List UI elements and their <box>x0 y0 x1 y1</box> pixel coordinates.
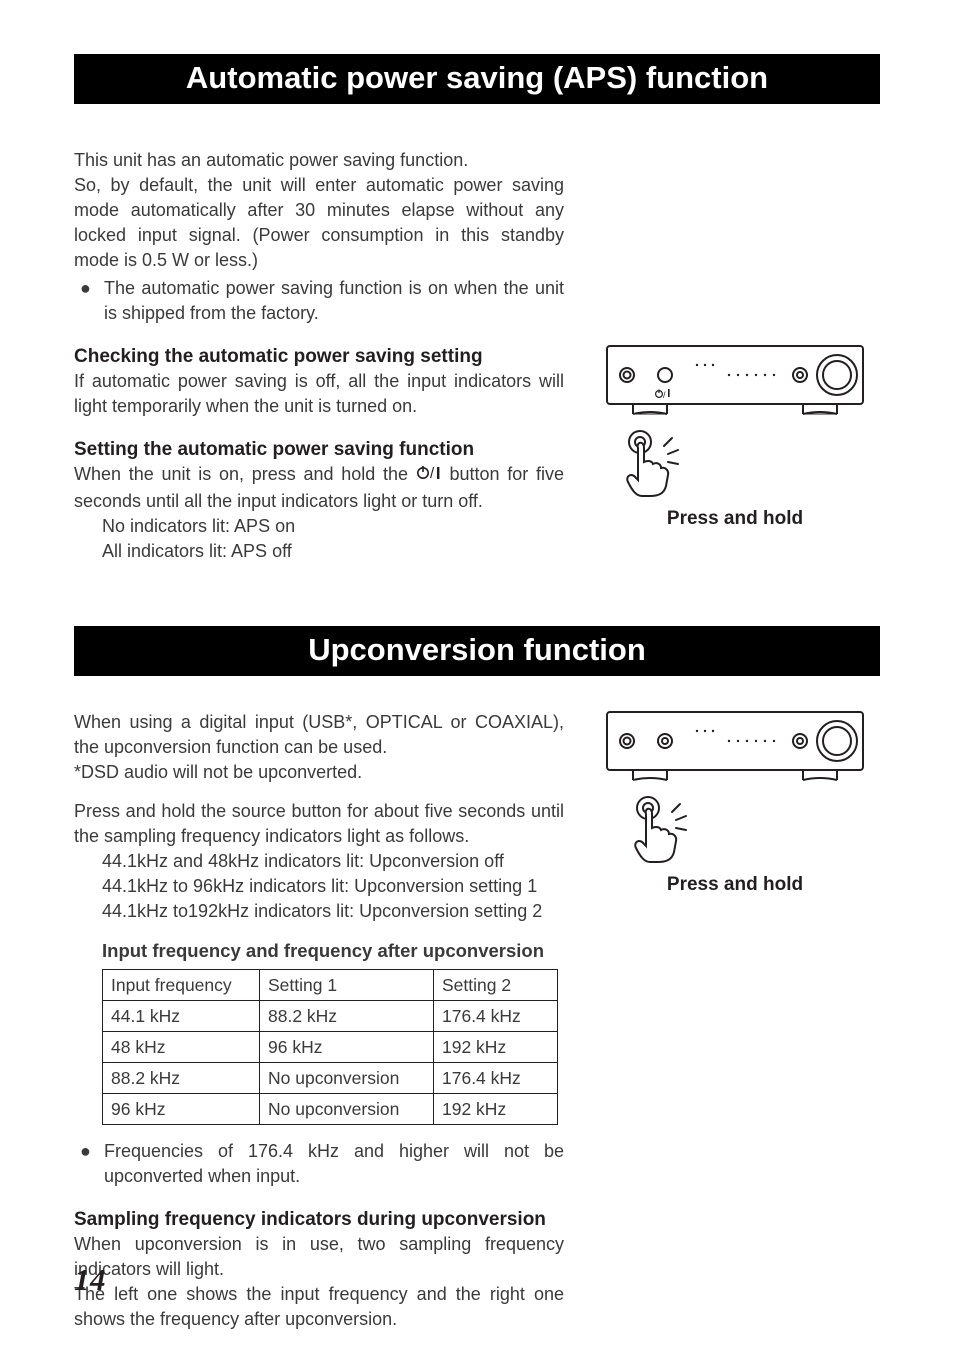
table-cell: 192 kHz <box>434 1032 558 1063</box>
aps-caption: Press and hold <box>667 508 803 530</box>
up-bullet-1: ● Frequencies of 176.4 kHz and higher wi… <box>74 1139 564 1189</box>
svg-text:/: / <box>663 390 666 400</box>
up-device-illustration: Press and hold <box>605 710 865 896</box>
up-instruction: Press and hold the source button for abo… <box>74 799 564 849</box>
aps-set-heading: Setting the automatic power saving funct… <box>74 437 564 462</box>
table-row: 48 kHz 96 kHz 192 kHz <box>103 1032 558 1063</box>
table-cell: 176.4 kHz <box>434 1001 558 1032</box>
device-front-icon <box>605 710 865 784</box>
up-opt-s2: 44.1kHz to192kHz indicators lit: Upconve… <box>102 899 564 924</box>
aps-section-title: Automatic power saving (APS) function <box>74 54 880 104</box>
table-header-cell: Input frequency <box>103 970 260 1001</box>
aps-illustration-column: / <box>590 148 880 564</box>
table-row: 88.2 kHz No upconversion 176.4 kHz <box>103 1063 558 1094</box>
up-table-title: Input frequency and frequency after upco… <box>102 938 564 963</box>
table-cell: 48 kHz <box>103 1032 260 1063</box>
table-cell: 192 kHz <box>434 1094 558 1125</box>
up-samp-heading: Sampling frequency indicators during upc… <box>74 1207 564 1232</box>
up-bullet-1-text: Frequencies of 176.4 kHz and higher will… <box>104 1139 564 1189</box>
upconversion-illustration-column: Press and hold <box>590 710 880 1332</box>
aps-check-body: If automatic power saving is off, all th… <box>74 369 564 419</box>
up-caption: Press and hold <box>667 874 803 896</box>
manual-page: Automatic power saving (APS) function Th… <box>0 0 954 1354</box>
up-options-list: 44.1kHz and 48kHz indicators lit: Upconv… <box>102 849 564 924</box>
bullet-icon: ● <box>74 1139 104 1189</box>
aps-text-column: This unit has an automatic power saving … <box>74 148 564 564</box>
aps-state-on: No indicators lit: APS on <box>102 514 564 539</box>
table-cell: 96 kHz <box>260 1032 434 1063</box>
upconversion-text-column: When using a digital input (USB*, OPTICA… <box>74 710 564 1332</box>
up-dsd-note: *DSD audio will not be upconverted. <box>74 760 564 785</box>
table-cell: 88.2 kHz <box>103 1063 260 1094</box>
aps-bullet-1: ● The automatic power saving function is… <box>74 276 564 326</box>
up-opt-s1: 44.1kHz to 96kHz indicators lit: Upconve… <box>102 874 564 899</box>
aps-set-body-pre: When the unit is on, press and hold the <box>74 464 416 484</box>
aps-set-body: When the unit is on, press and hold the … <box>74 462 564 514</box>
aps-check-heading: Checking the automatic power saving sett… <box>74 344 564 369</box>
up-samp-body1: When upconversion is in use, two samplin… <box>74 1232 564 1282</box>
table-cell: 88.2 kHz <box>260 1001 434 1032</box>
aps-device-illustration: / <box>605 344 865 530</box>
table-cell: 176.4 kHz <box>434 1063 558 1094</box>
aps-intro-line1: This unit has an automatic power saving … <box>74 148 564 173</box>
upconversion-section-title: Upconversion function <box>74 626 880 676</box>
table-cell: 96 kHz <box>103 1094 260 1125</box>
hand-press-icon <box>622 794 694 866</box>
table-row: 96 kHz No upconversion 192 kHz <box>103 1094 558 1125</box>
device-front-icon: / <box>605 344 865 418</box>
table-cell: 44.1 kHz <box>103 1001 260 1032</box>
table-header-cell: Setting 1 <box>260 970 434 1001</box>
hand-press-icon <box>614 428 686 500</box>
frequency-table: Input frequency Setting 1 Setting 2 44.1… <box>102 969 558 1125</box>
bullet-icon: ● <box>74 276 104 326</box>
aps-state-off: All indicators lit: APS off <box>102 539 564 564</box>
up-intro: When using a digital input (USB*, OPTICA… <box>74 710 564 760</box>
up-opt-off: 44.1kHz and 48kHz indicators lit: Upconv… <box>102 849 564 874</box>
page-number: 14 <box>74 1262 106 1298</box>
table-row: Input frequency Setting 1 Setting 2 <box>103 970 558 1001</box>
aps-intro-block: So, by default, the unit will enter auto… <box>74 173 564 273</box>
table-cell: No upconversion <box>260 1063 434 1094</box>
table-header-cell: Setting 2 <box>434 970 558 1001</box>
table-cell: No upconversion <box>260 1094 434 1125</box>
upconversion-content: When using a digital input (USB*, OPTICA… <box>74 710 880 1332</box>
aps-content: This unit has an automatic power saving … <box>74 148 880 564</box>
power-standby-icon: / <box>416 464 442 489</box>
aps-bullet-1-text: The automatic power saving function is o… <box>104 276 564 326</box>
aps-state-list: No indicators lit: APS on All indicators… <box>102 514 564 564</box>
svg-text:/: / <box>430 465 435 482</box>
table-row: 44.1 kHz 88.2 kHz 176.4 kHz <box>103 1001 558 1032</box>
up-samp-body2: The left one shows the input frequency a… <box>74 1282 564 1332</box>
